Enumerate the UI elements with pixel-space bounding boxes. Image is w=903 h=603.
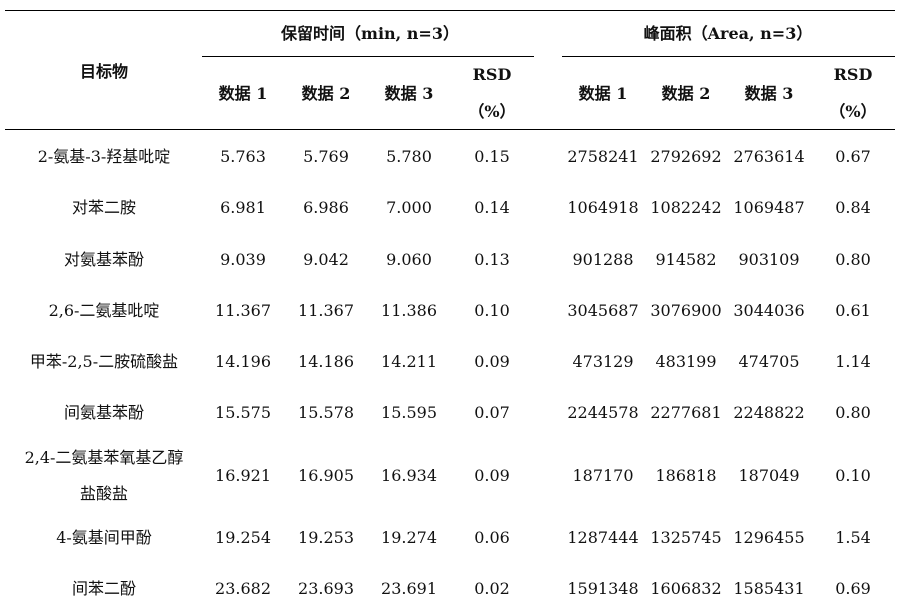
area-value-3: 2248822 [733,403,805,422]
area-rsd: 0.10 [835,466,871,485]
area-rsd: 0.61 [835,301,871,320]
header-target: 目标物 [79,62,129,81]
rt-rsd: 0.15 [474,147,510,166]
rt-value-2: 19.253 [298,528,354,547]
area-value-1: 2244578 [567,403,639,422]
rt-value-2: 15.578 [298,403,354,422]
rt-value-3: 23.691 [381,579,437,598]
rt-value-2: 5.769 [303,147,349,166]
area-value-2: 186818 [655,466,717,485]
header-rt-data3: 数据 3 [384,84,434,103]
area-rsd: 1.14 [835,352,871,371]
area-value-2: 2277681 [650,403,722,422]
header-area-rsd: RSD [833,65,873,84]
compound-name: 间苯二酚 [71,579,137,598]
area-group-rule [562,56,895,57]
compound-name: 2,4-二氨基苯氧基乙醇 [24,448,184,467]
rt-value-3: 7.000 [386,198,432,217]
rt-rsd: 0.13 [474,250,510,269]
area-rsd: 0.80 [835,403,871,422]
rt-value-3: 16.934 [381,466,437,485]
area-value-1: 1591348 [567,579,639,598]
rt-value-1: 14.196 [215,352,271,371]
header-rt-data1: 数据 1 [218,84,268,103]
compound-name: 2,6-二氨基吡啶 [48,301,160,320]
header-peak-area-group: 峰面积（Area, n=3） [643,24,813,43]
rt-rsd: 0.06 [474,528,510,547]
header-area-data3: 数据 3 [744,84,794,103]
area-rsd: 0.69 [835,579,871,598]
rt-rsd: 0.02 [474,579,510,598]
rt-rsd: 0.14 [474,198,510,217]
rt-value-3: 9.060 [386,250,432,269]
header-rt-data2: 数据 2 [301,84,351,103]
area-value-2: 1082242 [650,198,722,217]
area-value-1: 3045687 [567,301,639,320]
header-rt-rsd: RSD [472,65,512,84]
header-rt-rsd-unit: （%） [468,102,516,121]
area-value-2: 483199 [655,352,717,371]
area-value-2: 3076900 [650,301,722,320]
rt-value-1: 5.763 [220,147,266,166]
rt-value-3: 14.211 [381,352,437,371]
compound-name: 对氨基苯酚 [63,250,145,269]
area-value-2: 914582 [655,250,717,269]
rt-value-3: 11.386 [381,301,437,320]
area-rsd: 0.67 [835,147,871,166]
area-value-3: 187049 [738,466,800,485]
header-retention-time-group: 保留时间（min, n=3） [281,24,459,43]
rt-value-2: 14.186 [298,352,354,371]
rt-group-rule [202,56,534,57]
rt-value-1: 11.367 [215,301,271,320]
rt-value-1: 16.921 [215,466,271,485]
compound-name: 间氨基苯酚 [63,403,145,422]
rt-value-1: 9.039 [220,250,266,269]
rt-value-1: 15.575 [215,403,271,422]
area-value-1: 187170 [572,466,634,485]
area-value-3: 903109 [738,250,800,269]
rt-value-1: 6.981 [220,198,266,217]
rt-rsd: 0.10 [474,301,510,320]
area-value-1: 473129 [572,352,634,371]
top-rule [5,10,895,11]
area-value-1: 2758241 [567,147,639,166]
rt-value-2: 16.905 [298,466,354,485]
rt-rsd: 0.09 [474,352,510,371]
rt-rsd: 0.07 [474,403,510,422]
area-value-3: 1069487 [733,198,805,217]
rt-value-3: 19.274 [381,528,437,547]
area-value-2: 1325745 [650,528,722,547]
area-value-3: 1296455 [733,528,805,547]
compound-name: 对苯二胺 [71,198,137,217]
area-value-3: 2763614 [733,147,805,166]
rt-value-3: 5.780 [386,147,432,166]
rt-value-3: 15.595 [381,403,437,422]
rt-value-1: 19.254 [215,528,271,547]
compound-name: 4-氨基间甲酚 [56,528,152,547]
rt-value-2: 23.693 [298,579,354,598]
area-value-1: 1287444 [567,528,639,547]
compound-name: 甲苯-2,5-二胺硫酸盐 [29,352,179,371]
area-rsd: 1.54 [835,528,871,547]
area-value-2: 1606832 [650,579,722,598]
area-value-3: 1585431 [733,579,805,598]
area-value-2: 2792692 [650,147,722,166]
compound-name: 2-氨基-3-羟基吡啶 [37,147,171,166]
area-value-3: 3044036 [733,301,805,320]
area-value-1: 901288 [572,250,634,269]
rt-rsd: 0.09 [474,466,510,485]
area-value-1: 1064918 [567,198,639,217]
area-value-3: 474705 [738,352,800,371]
rt-value-2: 11.367 [298,301,354,320]
compound-name-continued: 盐酸盐 [79,484,129,503]
area-rsd: 0.84 [835,198,871,217]
rt-value-2: 9.042 [303,250,349,269]
header-area-data1: 数据 1 [578,84,628,103]
header-bottom-rule [5,129,895,130]
header-area-data2: 数据 2 [661,84,711,103]
rt-value-2: 6.986 [303,198,349,217]
area-rsd: 0.80 [835,250,871,269]
rt-value-1: 23.682 [215,579,271,598]
header-area-rsd-unit: （%） [829,102,877,121]
